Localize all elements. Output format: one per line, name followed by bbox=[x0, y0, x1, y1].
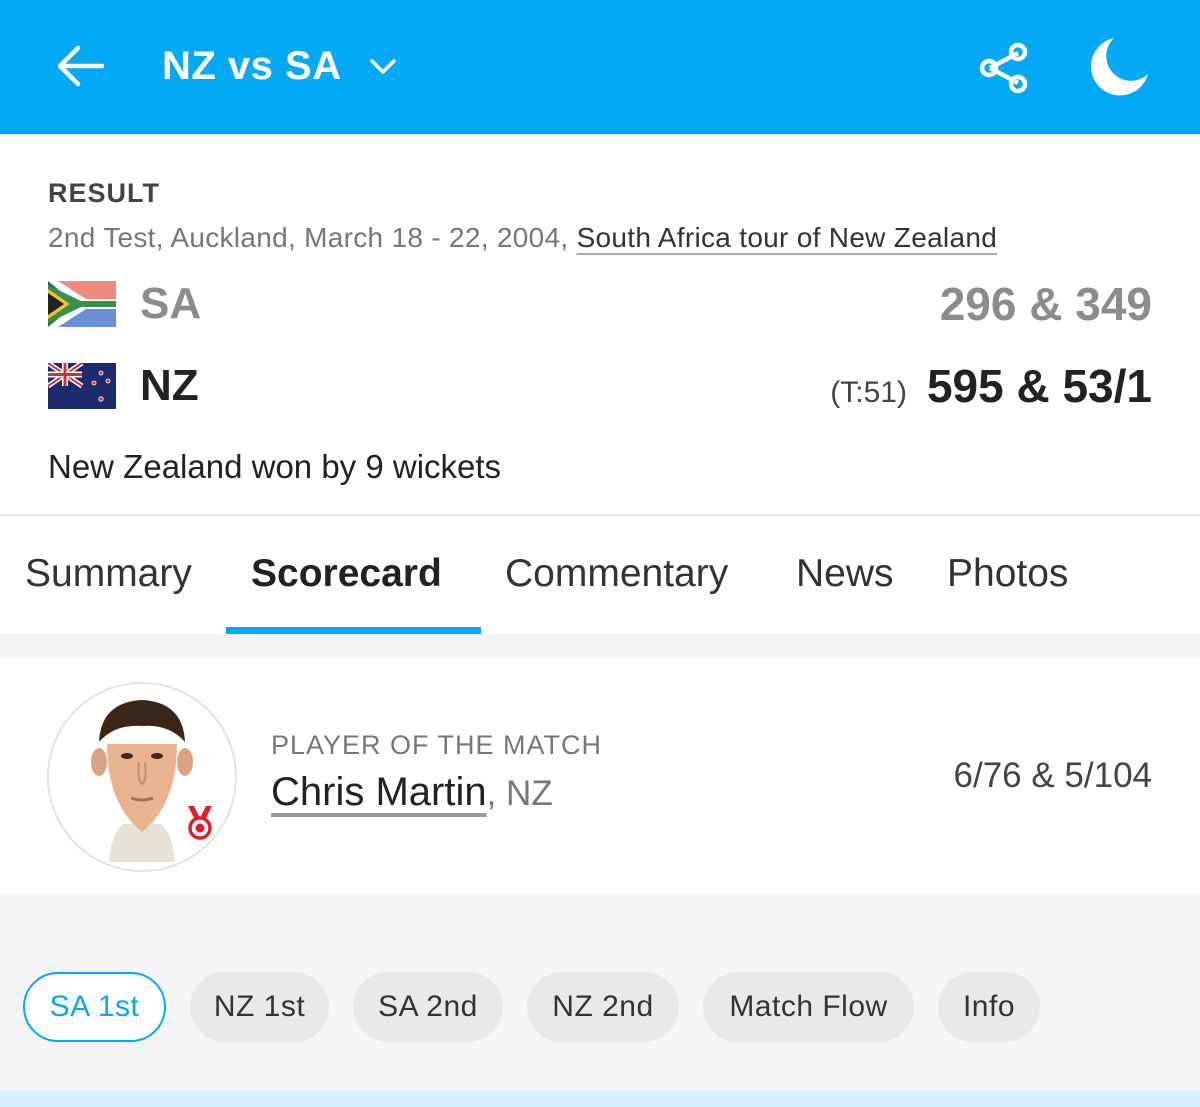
score-wrap: 296 & 349 bbox=[940, 277, 1152, 331]
tab-scorecard[interactable]: Scorecard bbox=[251, 516, 442, 634]
team-abbr: NZ bbox=[140, 361, 199, 410]
pill-nz-1st[interactable]: NZ 1st bbox=[190, 972, 329, 1042]
new-zealand-flag-icon bbox=[48, 363, 116, 409]
back-button[interactable] bbox=[52, 38, 108, 94]
tab-commentary[interactable]: Commentary bbox=[505, 516, 728, 634]
match-tabs: Summary Scorecard Commentary News Photos bbox=[0, 516, 1200, 634]
series-link[interactable]: South Africa tour of New Zealand bbox=[577, 222, 998, 253]
pill-sa-1st[interactable]: SA 1st bbox=[23, 972, 166, 1042]
team-score: 296 & 349 bbox=[939, 278, 1152, 330]
pill-sa-2nd[interactable]: SA 2nd bbox=[353, 972, 503, 1042]
player-team: , NZ bbox=[486, 774, 553, 813]
score-wrap: (T:51) 595 & 53/1 bbox=[830, 359, 1152, 413]
player-figures: 6/76 & 5/104 bbox=[953, 756, 1153, 795]
target-runs: (T:51) bbox=[830, 376, 907, 409]
share-icon bbox=[979, 42, 1028, 94]
match-title: NZ vs SA bbox=[162, 43, 342, 88]
result-label: RESULT bbox=[48, 178, 160, 208]
team-score: 595 & 53/1 bbox=[926, 360, 1152, 412]
result-summary: New Zealand won by 9 wickets bbox=[48, 448, 502, 485]
team-row-nz[interactable]: NZ (T:51) 595 & 53/1 bbox=[48, 356, 1152, 416]
medal-icon bbox=[188, 806, 212, 840]
match-details: 2nd Test, Auckland, March 18 - 22, 2004, bbox=[48, 222, 569, 253]
innings-selector: SA 1st NZ 1st SA 2nd NZ 2nd Match Flow I… bbox=[0, 894, 1200, 1107]
content-strip bbox=[0, 1090, 1200, 1107]
team-abbr: SA bbox=[140, 279, 202, 328]
match-info: 2nd Test, Auckland, March 18 - 22, 2004,… bbox=[48, 222, 997, 254]
tab-summary[interactable]: Summary bbox=[25, 516, 192, 634]
pill-info[interactable]: Info bbox=[938, 972, 1040, 1042]
potm-name-line: Chris Martin, NZ bbox=[271, 770, 553, 815]
player-photo bbox=[49, 684, 235, 870]
avatar bbox=[47, 682, 237, 872]
section-gap bbox=[0, 634, 1200, 658]
dark-mode-toggle[interactable] bbox=[1086, 34, 1152, 100]
player-of-match-card[interactable]: PLAYER OF THE MATCH Chris Martin, NZ 6/7… bbox=[0, 658, 1200, 894]
team-row-sa[interactable]: SA 296 & 349 bbox=[48, 274, 1152, 334]
result-card: RESULT 2nd Test, Auckland, March 18 - 22… bbox=[0, 134, 1200, 516]
pill-nz-2nd[interactable]: NZ 2nd bbox=[527, 972, 679, 1042]
arrow-left-icon bbox=[57, 45, 105, 87]
chevron-down-icon bbox=[369, 59, 396, 74]
pill-match-flow[interactable]: Match Flow bbox=[703, 972, 914, 1042]
top-app-bar: NZ vs SA bbox=[0, 0, 1200, 134]
tab-photos[interactable]: Photos bbox=[947, 516, 1068, 634]
player-name-link[interactable]: Chris Martin bbox=[271, 770, 487, 814]
south-africa-flag-icon bbox=[48, 281, 116, 327]
active-tab-indicator bbox=[226, 627, 481, 634]
potm-label: PLAYER OF THE MATCH bbox=[271, 730, 603, 760]
moon-icon bbox=[1091, 38, 1148, 96]
match-title-dropdown[interactable]: NZ vs SA bbox=[162, 38, 398, 94]
share-button[interactable] bbox=[974, 38, 1034, 98]
tab-news[interactable]: News bbox=[796, 516, 894, 634]
